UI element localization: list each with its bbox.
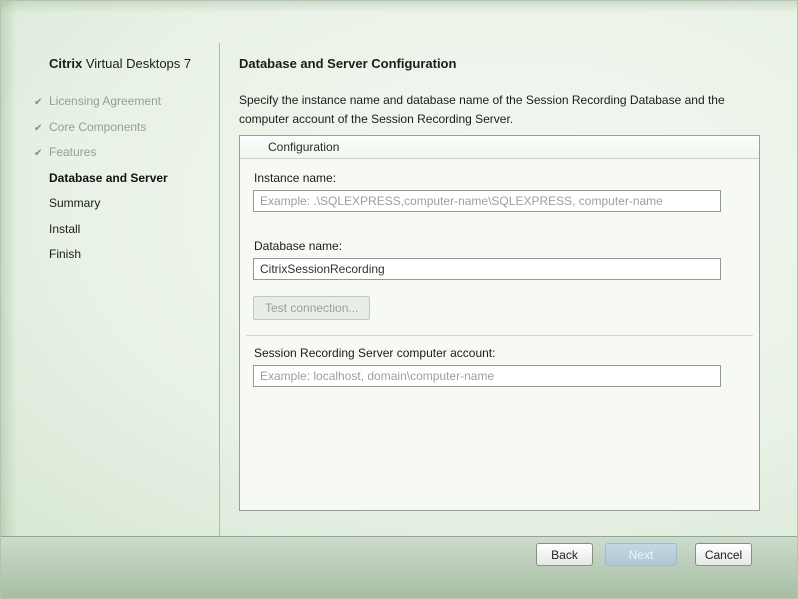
section-separator — [246, 335, 753, 336]
step-label: Summary — [49, 196, 100, 210]
back-button[interactable]: Back — [536, 543, 593, 566]
sidebar-step-core-components: ✔ Core Components — [34, 121, 219, 134]
sidebar-step-database-and-server: Database and Server — [34, 172, 219, 185]
database-name-label: Database name: — [254, 239, 746, 253]
test-connection-button[interactable]: Test connection... — [253, 296, 370, 320]
sidebar-step-install: Install — [34, 223, 219, 236]
product-name: Virtual Desktops 7 — [86, 56, 191, 71]
cancel-button[interactable]: Cancel — [695, 543, 752, 566]
sidebar-step-licensing-agreement: ✔ Licensing Agreement — [34, 95, 219, 108]
installer-window: Citrix Virtual Desktops 7 ✔ Licensing Ag… — [0, 0, 798, 599]
instance-name-input[interactable] — [253, 190, 721, 212]
groupbox-body: Instance name: Database name: Test conne… — [240, 159, 759, 387]
page-description: Specify the instance name and database n… — [239, 91, 744, 128]
step-label: Features — [49, 145, 96, 159]
check-icon: ✔ — [34, 147, 42, 160]
database-name-input[interactable] — [253, 258, 721, 280]
wizard-steps: ✔ Licensing Agreement ✔ Core Components … — [34, 95, 219, 261]
step-label: Core Components — [49, 120, 146, 134]
server-account-label: Session Recording Server computer accoun… — [254, 346, 746, 360]
next-button[interactable]: Next — [605, 543, 677, 566]
step-label: Licensing Agreement — [49, 94, 161, 108]
check-icon: ✔ — [34, 122, 42, 135]
product-title: Citrix Virtual Desktops 7 — [49, 56, 219, 71]
page-title: Database and Server Configuration — [239, 56, 456, 71]
step-label: Finish — [49, 247, 81, 261]
action-bar: Back Next Cancel — [1, 536, 797, 598]
sidebar-step-finish: Finish — [34, 248, 219, 261]
step-label: Database and Server — [49, 171, 168, 185]
groupbox-legend: Configuration — [240, 136, 759, 159]
sidebar-step-summary: Summary — [34, 197, 219, 210]
brand-name: Citrix — [49, 56, 82, 71]
sidebar-step-features: ✔ Features — [34, 146, 219, 159]
step-label: Install — [49, 222, 80, 236]
configuration-groupbox: Configuration Instance name: Database na… — [239, 135, 760, 511]
check-icon: ✔ — [34, 96, 42, 109]
server-account-input[interactable] — [253, 365, 721, 387]
wizard-sidebar: Citrix Virtual Desktops 7 ✔ Licensing Ag… — [1, 1, 219, 538]
sidebar-divider — [219, 43, 220, 536]
instance-name-label: Instance name: — [254, 171, 746, 185]
